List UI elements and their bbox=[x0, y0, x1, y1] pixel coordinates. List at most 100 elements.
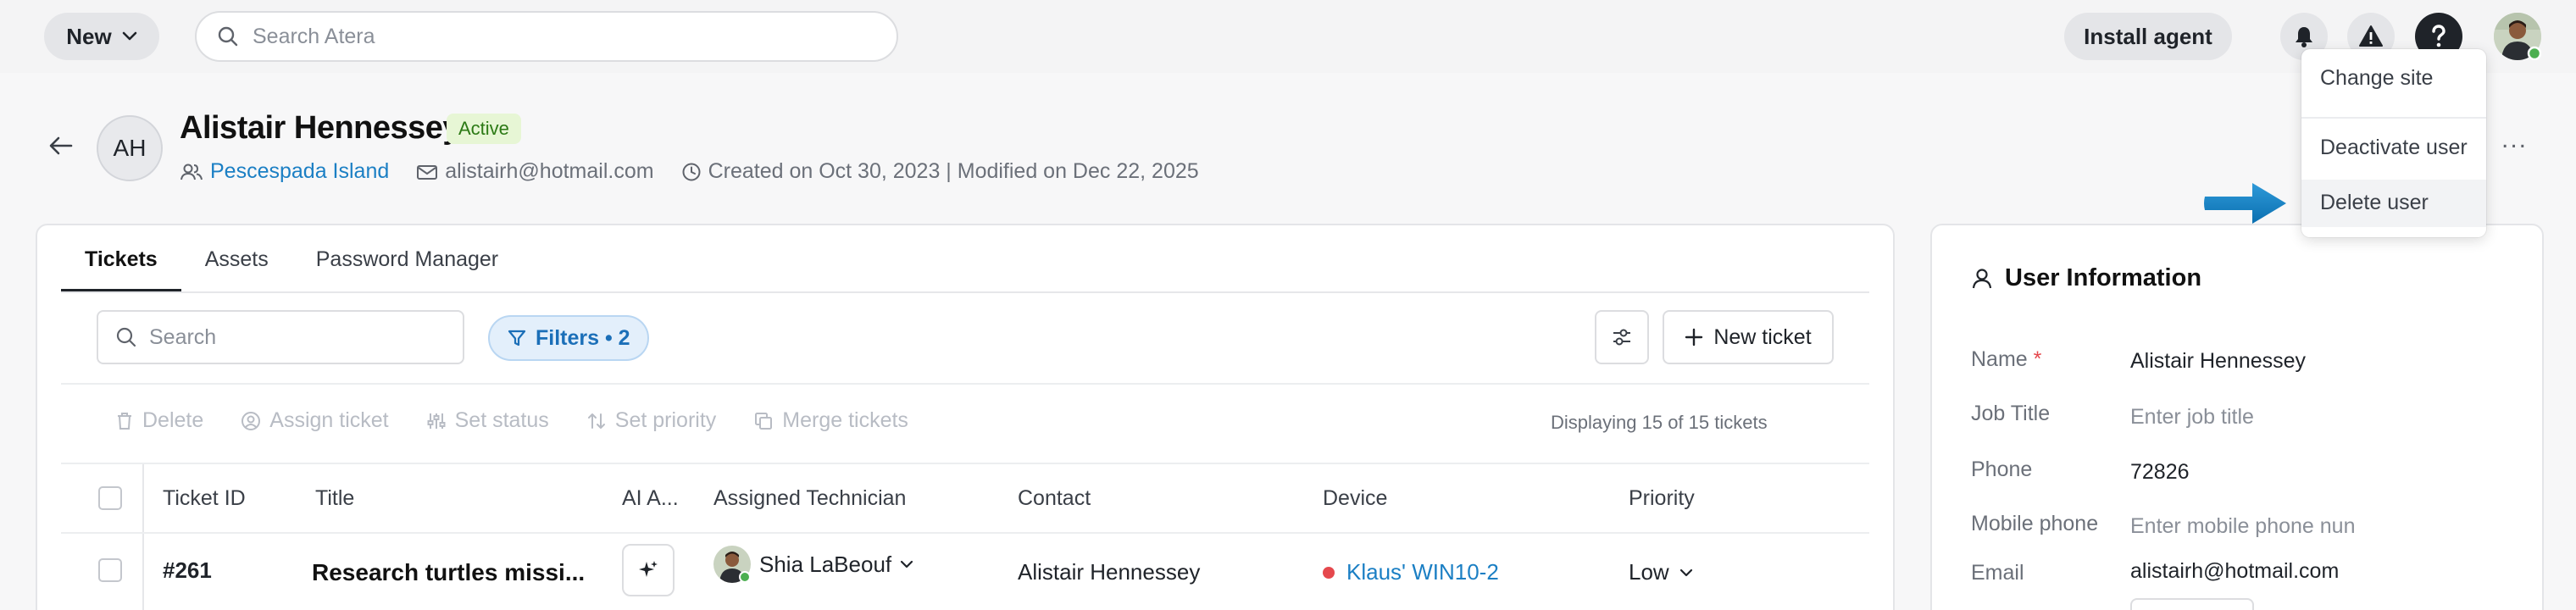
set-priority-action[interactable]: Set priority bbox=[586, 408, 716, 433]
tab-password-manager[interactable]: Password Manager bbox=[292, 239, 522, 291]
set-status-action[interactable]: Set status bbox=[426, 408, 549, 433]
search-icon bbox=[115, 326, 137, 348]
filter-icon bbox=[507, 328, 527, 348]
filters-button[interactable]: Filters • 2 bbox=[488, 315, 649, 361]
back-button[interactable] bbox=[49, 136, 73, 156]
tab-assets[interactable]: Assets bbox=[181, 239, 292, 291]
job-title-field[interactable]: Enter job title bbox=[2130, 405, 2254, 430]
sparkle-icon bbox=[637, 559, 659, 581]
bulk-actions: Delete Assign ticket Set status Set prio… bbox=[115, 408, 908, 433]
select-all-checkbox[interactable] bbox=[98, 486, 122, 510]
tab-tickets[interactable]: Tickets bbox=[61, 239, 181, 291]
tabs-divider bbox=[61, 291, 1869, 293]
pointer-arrow-icon bbox=[2203, 180, 2290, 227]
copy-icon bbox=[753, 411, 774, 431]
column-settings-button[interactable] bbox=[1595, 310, 1649, 364]
status-sliders-icon bbox=[426, 411, 447, 431]
col-ticket-id[interactable]: Ticket ID bbox=[163, 486, 246, 511]
col-title[interactable]: Title bbox=[315, 486, 354, 511]
technician-select[interactable]: Shia LaBeouf bbox=[713, 546, 913, 583]
filters-label: Filters • 2 bbox=[536, 325, 630, 350]
new-ticket-label: New ticket bbox=[1713, 324, 1812, 349]
col-assigned-technician[interactable]: Assigned Technician bbox=[713, 486, 906, 511]
row-checkbox[interactable] bbox=[98, 558, 122, 582]
priority-select[interactable]: Low bbox=[1629, 559, 1693, 585]
site-link[interactable]: Pescespada Island bbox=[210, 159, 389, 184]
phone-field[interactable]: 72826 bbox=[2130, 460, 2190, 485]
merge-tickets-label: Merge tickets bbox=[782, 408, 908, 432]
assign-ticket-label: Assign ticket bbox=[269, 408, 389, 432]
user-initials: AH bbox=[113, 135, 147, 161]
name-field[interactable]: Alistair Hennessey bbox=[2130, 349, 2306, 374]
name-label-text: Name bbox=[1971, 347, 2028, 371]
trash-icon bbox=[115, 411, 134, 431]
mail-icon bbox=[416, 164, 438, 180]
clock-icon bbox=[681, 162, 702, 182]
status-badge: Active bbox=[447, 114, 521, 144]
global-search[interactable] bbox=[195, 11, 898, 62]
col-contact[interactable]: Contact bbox=[1018, 486, 1091, 511]
job-title-label: Job Title bbox=[1971, 402, 2051, 425]
chevron-down-icon bbox=[1679, 568, 1693, 577]
col-ai[interactable]: AI A... bbox=[622, 486, 679, 511]
device-status-dot bbox=[1323, 566, 1335, 579]
users-icon bbox=[180, 163, 203, 181]
new-ticket-button[interactable]: New ticket bbox=[1663, 310, 1834, 364]
plus-icon bbox=[1685, 328, 1703, 347]
assign-ticket-action[interactable]: Assign ticket bbox=[241, 408, 389, 433]
table-row[interactable]: #261 Research turtles missi... Shia LaBe… bbox=[61, 534, 1869, 610]
merge-tickets-action[interactable]: Merge tickets bbox=[753, 408, 908, 433]
menu-item-change-site[interactable]: Change site bbox=[2320, 66, 2433, 91]
new-button[interactable]: New bbox=[44, 13, 159, 60]
menu-divider bbox=[2301, 117, 2486, 119]
priority-value: Low bbox=[1629, 559, 1669, 585]
new-button-label: New bbox=[66, 23, 112, 49]
status-badge-label: Active bbox=[458, 118, 509, 139]
delete-action-label: Delete bbox=[142, 408, 204, 432]
email-action-button[interactable] bbox=[2130, 598, 2254, 610]
search-icon bbox=[217, 25, 239, 47]
table-header: Ticket ID Title AI A... Assigned Technic… bbox=[61, 464, 1869, 532]
toolbar-divider bbox=[61, 383, 1869, 385]
global-search-input[interactable] bbox=[253, 24, 846, 49]
user-initials-avatar: AH bbox=[97, 115, 163, 181]
email-field[interactable]: alistairh@hotmail.com bbox=[2130, 559, 2339, 584]
col-priority[interactable]: Priority bbox=[1629, 486, 1695, 511]
user-information-title: User Information bbox=[1971, 264, 2201, 292]
user-avatar[interactable] bbox=[2494, 13, 2541, 60]
install-agent-button[interactable]: Install agent bbox=[2064, 13, 2232, 60]
site-item[interactable]: Pescespada Island bbox=[180, 159, 389, 184]
user-information-label: User Information bbox=[2005, 264, 2202, 291]
user-email: alistairh@hotmail.com bbox=[445, 159, 654, 183]
ticket-id[interactable]: #261 bbox=[163, 557, 212, 584]
device-link[interactable]: Klaus' WIN10-2 bbox=[1346, 559, 1499, 585]
col-device[interactable]: Device bbox=[1323, 486, 1387, 511]
page-title: Alistair Hennessey bbox=[180, 110, 461, 146]
arrow-left-icon bbox=[49, 136, 73, 156]
device-cell[interactable]: Klaus' WIN10-2 bbox=[1323, 559, 1499, 585]
technician-avatar bbox=[713, 546, 751, 583]
menu-item-deactivate-user[interactable]: Deactivate user bbox=[2320, 136, 2468, 160]
delete-action[interactable]: Delete bbox=[115, 408, 203, 433]
ticket-search[interactable] bbox=[97, 310, 464, 364]
menu-item-delete-user[interactable]: Delete user bbox=[2320, 191, 2429, 215]
install-agent-label: Install agent bbox=[2084, 23, 2212, 49]
user-icon bbox=[1971, 268, 1993, 290]
question-icon bbox=[2429, 24, 2449, 49]
sliders-icon bbox=[1611, 327, 1633, 347]
set-status-label: Set status bbox=[454, 408, 549, 432]
more-options-button[interactable]: ... bbox=[2501, 125, 2528, 154]
set-priority-label: Set priority bbox=[614, 408, 717, 432]
name-label: Name * bbox=[1971, 347, 2041, 372]
warning-icon bbox=[2358, 25, 2384, 48]
required-mark: * bbox=[2033, 347, 2042, 371]
user-meta: Pescespada Island alistairh@hotmail.com … bbox=[180, 159, 1226, 184]
mobile-phone-field[interactable]: Enter mobile phone nun bbox=[2130, 514, 2354, 539]
mobile-phone-label: Mobile phone bbox=[1971, 512, 2099, 535]
ticket-search-input[interactable] bbox=[149, 324, 437, 350]
contact-name[interactable]: Alistair Hennessey bbox=[1018, 559, 1200, 585]
ai-assist-button[interactable] bbox=[622, 544, 675, 596]
phone-label: Phone bbox=[1971, 458, 2033, 481]
ticket-title[interactable]: Research turtles missi... bbox=[312, 559, 585, 586]
tabs: Tickets Assets Password Manager bbox=[61, 239, 522, 291]
